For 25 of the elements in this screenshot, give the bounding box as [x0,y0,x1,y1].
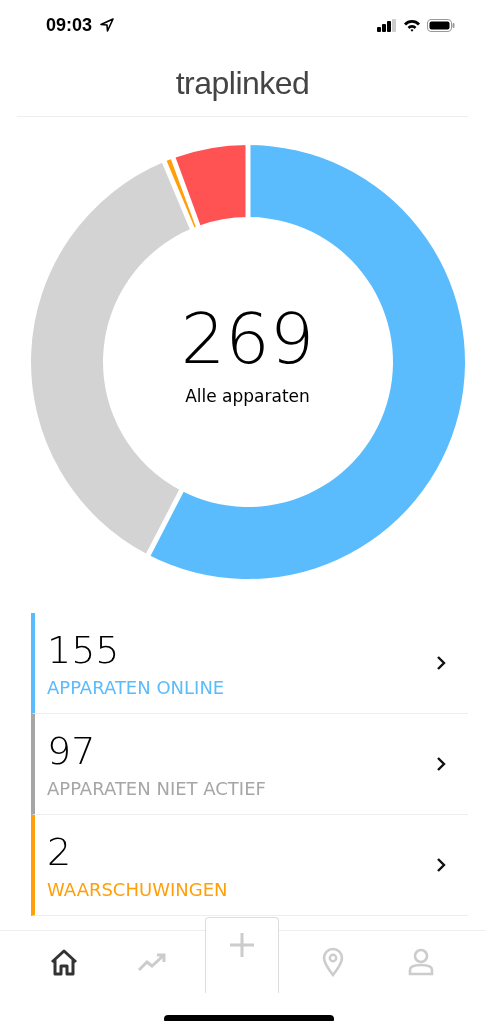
signal-icon [377,18,397,32]
chevron-right-icon [436,857,446,873]
total-count: 269 [180,304,315,374]
chevron-right-icon [436,655,446,671]
device-count: 97 [47,728,97,775]
status-row[interactable]: 155 APPARATEN ONLINE [31,613,468,714]
trend-line-icon [137,952,168,972]
status-label: WAARSCHUWINGEN [47,879,229,901]
battery-icon [427,18,455,32]
device-count: 155 [47,627,121,674]
status-label: APPARATEN ONLINE [47,677,226,699]
device-count: 2 [47,829,73,876]
map-pin-icon [321,947,344,977]
chevron-right-icon [436,756,446,772]
status-row[interactable]: 97 APPARATEN NIET ACTIEF [31,714,468,815]
wifi-icon [403,18,421,32]
app-logo: traplinked [175,64,310,102]
home-icon [49,948,80,976]
clock-time: 09:03 [46,14,93,36]
location-arrow-icon [100,18,115,32]
plus-icon [229,932,256,958]
add-tab[interactable] [205,917,280,993]
person-icon [407,948,434,976]
total-label: Alle apparaten [185,386,310,406]
status-label: APPARATEN NIET ACTIEF [47,778,267,800]
